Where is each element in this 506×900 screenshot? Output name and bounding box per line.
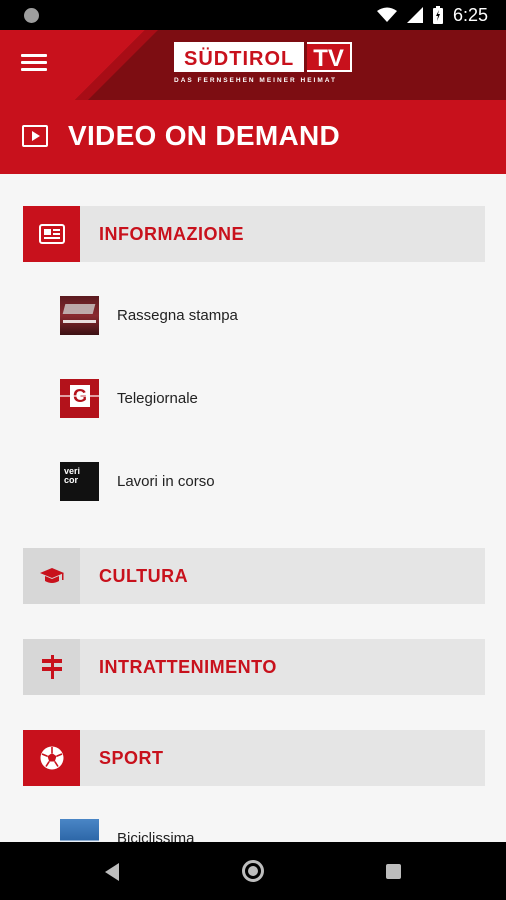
list-item-telegiornale[interactable]: Telegiornale (60, 377, 485, 419)
home-icon[interactable] (242, 860, 264, 882)
signpost-icon (41, 655, 62, 679)
category-icon-box (23, 639, 80, 695)
rassegna-stampa-thumbnail (60, 295, 99, 335)
graduation-cap-icon (39, 568, 64, 583)
soccer-ball-icon (40, 746, 63, 770)
logo-tv-text: TV (307, 42, 352, 72)
status-icons: 6:25 (376, 0, 488, 30)
notification-dot-icon (24, 8, 39, 23)
category-sport[interactable]: SPORT (23, 730, 485, 786)
list-item-rassegna-stampa[interactable]: Rassegna stampa (60, 294, 485, 336)
category-label: SPORT (99, 747, 164, 768)
navigation-bar (0, 842, 506, 900)
app-bar: SÜDTIROL TV DAS FERNSEHEN MEINER HEIMAT (0, 30, 506, 100)
signal-icon (406, 7, 423, 23)
category-label: INTRATTENIMENTO (99, 656, 277, 677)
biciclissima-thumbnail (60, 818, 99, 842)
logo-tagline: DAS FERNSEHEN MEINER HEIMAT (174, 77, 337, 84)
back-icon[interactable] (105, 863, 119, 881)
category-intrattenimento[interactable]: INTRATTENIMENTO (23, 639, 485, 695)
list-item-lavori-in-corso[interactable]: veri cor Lavori in corso (60, 460, 485, 502)
list-item-label: Rassegna stampa (117, 306, 238, 324)
category-icon-box (23, 206, 80, 262)
content-list[interactable]: INFORMAZIONE Rassegna stampa Telegiornal… (0, 174, 506, 842)
sudtirol-tv-logo: SÜDTIROL TV DAS FERNSEHEN MEINER HEIMAT (174, 42, 352, 88)
category-icon-box (23, 548, 80, 604)
category-informazione[interactable]: INFORMAZIONE (23, 206, 485, 262)
status-bar: 6:25 (0, 0, 506, 30)
category-icon-box (23, 730, 80, 786)
recent-apps-icon[interactable] (386, 864, 401, 879)
category-label: CULTURA (99, 565, 189, 586)
wifi-icon (376, 7, 397, 22)
play-icon (22, 125, 48, 147)
list-item-label: Telegiornale (117, 389, 198, 407)
page-header: VIDEO ON DEMAND (0, 100, 506, 174)
page-title: VIDEO ON DEMAND (68, 120, 341, 151)
menu-button[interactable] (18, 50, 50, 80)
telegiornale-thumbnail (60, 378, 99, 418)
category-label: INFORMAZIONE (99, 223, 244, 244)
list-item-label: Lavori in corso (117, 472, 215, 490)
logo-main-text: SÜDTIROL (174, 42, 305, 72)
menu-icon (18, 54, 50, 71)
list-item-biciclissima[interactable]: Biciclissima (60, 817, 485, 842)
lavori-in-corso-thumbnail: veri cor (60, 461, 99, 501)
battery-icon (432, 6, 443, 24)
newspaper-icon (38, 224, 65, 244)
list-item-label: Biciclissima (117, 829, 195, 843)
clock: 6:25 (452, 4, 488, 25)
category-cultura[interactable]: CULTURA (23, 548, 485, 604)
